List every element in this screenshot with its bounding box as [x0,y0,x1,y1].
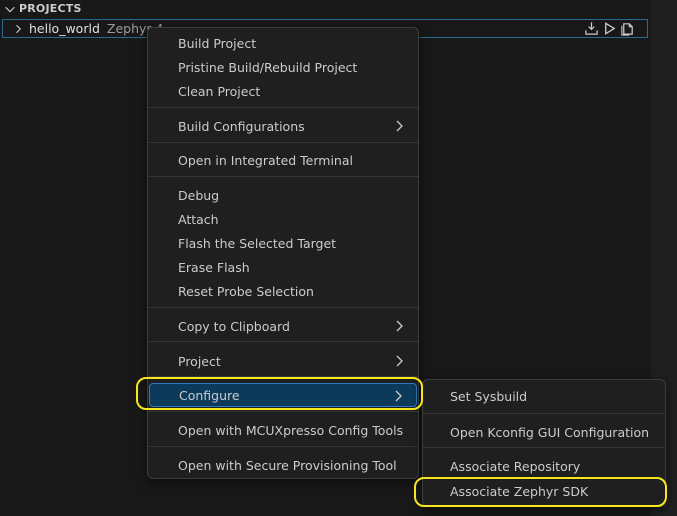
menu-item-label: Open Kconfig GUI Configuration [450,424,650,440]
menu-item-open-secure-provisioning[interactable]: Open with Secure Provisioning Tool [149,453,417,477]
menu-item-label: Clean Project [178,83,261,99]
menu-item-open-terminal[interactable]: Open in Integrated Terminal [149,148,417,172]
chevron-down-icon [5,6,15,12]
copy-icon[interactable] [620,21,635,36]
menu-item-label: Erase Flash [178,259,250,275]
submenu-item-associate-zephyr-sdk[interactable]: Associate Zephyr SDK [424,479,664,503]
menu-item-label: Pristine Build/Rebuild Project [178,59,358,75]
menu-item-label: Open with MCUXpresso Config Tools [178,422,404,438]
menu-item-project[interactable]: Project [149,349,417,373]
menu-item-label: Configure [179,387,240,403]
projects-section-header[interactable]: PROJECTS [0,0,651,17]
project-context-menu: Build Project Pristine Build/Rebuild Pro… [147,27,419,479]
build-icon[interactable] [584,21,599,36]
menu-item-flash-target[interactable]: Flash the Selected Target [149,231,417,255]
menu-item-configure[interactable]: Configure [149,383,417,407]
menu-item-open-mcuxpresso[interactable]: Open with MCUXpresso Config Tools [149,418,417,442]
chevron-right-icon [396,355,403,367]
menu-separator [423,413,665,414]
menu-separator [148,142,418,143]
menu-separator [148,376,418,377]
submenu-item-open-kconfig[interactable]: Open Kconfig GUI Configuration [424,420,664,444]
menu-item-reset-probe[interactable]: Reset Probe Selection [149,279,417,303]
menu-item-label: Copy to Clipboard [178,318,290,334]
menu-item-label: Open with Secure Provisioning Tool [178,457,397,473]
menu-item-copy-clipboard[interactable]: Copy to Clipboard [149,314,417,338]
menu-item-label: Debug [178,187,220,203]
menu-item-pristine-build[interactable]: Pristine Build/Rebuild Project [149,55,417,79]
menu-item-build-project[interactable]: Build Project [149,31,417,55]
menu-item-erase-flash[interactable]: Erase Flash [149,255,417,279]
menu-separator [148,446,418,447]
chevron-right-icon [396,320,403,332]
chevron-right-icon [396,120,403,132]
chevron-right-icon[interactable] [12,23,24,35]
menu-item-build-configurations[interactable]: Build Configurations [149,114,417,138]
chevron-right-icon [395,390,402,402]
menu-item-label: Flash the Selected Target [178,235,337,251]
menu-separator [148,107,418,108]
project-name: hello_world [29,21,100,36]
menu-separator [423,447,665,448]
menu-item-label: Set Sysbuild [450,388,528,404]
menu-item-label: Build Configurations [178,118,305,134]
menu-item-label: Associate Repository [450,458,581,474]
project-actions [584,21,635,36]
menu-item-attach[interactable]: Attach [149,207,417,231]
menu-item-label: Reset Probe Selection [178,283,314,299]
menu-separator [148,341,418,342]
menu-item-label: Attach [178,211,219,227]
section-title: PROJECTS [19,2,82,15]
menu-item-clean-project[interactable]: Clean Project [149,79,417,103]
menu-separator [148,307,418,308]
menu-separator [148,411,418,412]
menu-item-debug[interactable]: Debug [149,183,417,207]
submenu-item-associate-repository[interactable]: Associate Repository [424,454,664,478]
debug-run-icon[interactable] [602,21,617,36]
submenu-item-set-sysbuild[interactable]: Set Sysbuild [424,384,664,408]
menu-item-label: Project [178,353,221,369]
configure-submenu: Set Sysbuild Open Kconfig GUI Configurat… [422,379,666,507]
menu-item-label: Build Project [178,35,257,51]
menu-item-label: Associate Zephyr SDK [450,483,589,499]
menu-item-label: Open in Integrated Terminal [178,152,353,168]
menu-separator [148,176,418,177]
